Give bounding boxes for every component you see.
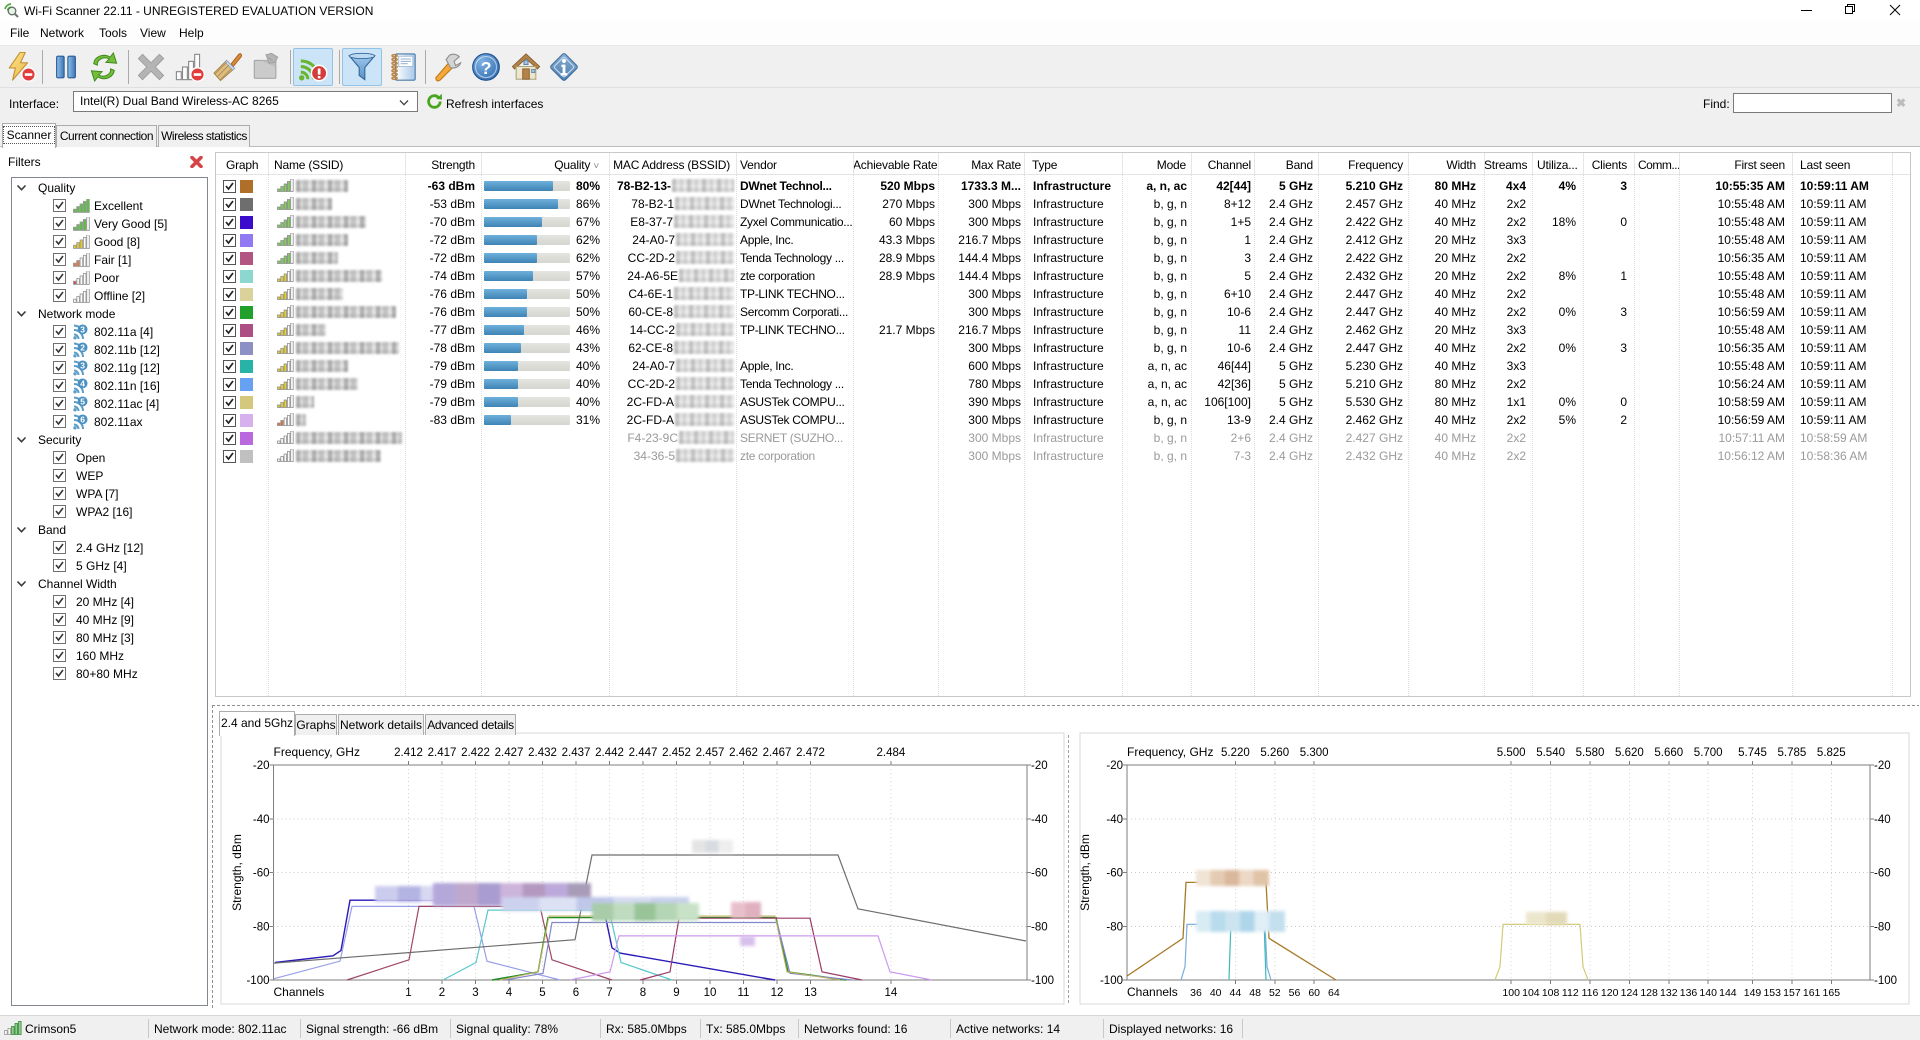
svg-text:2.484: 2.484 (877, 747, 906, 759)
svg-text:1: 1 (405, 987, 411, 999)
svg-text:Channels: Channels (274, 985, 325, 999)
svg-text:124: 124 (1621, 987, 1639, 999)
svg-text:3: 3 (80, 361, 85, 371)
svg-text:9: 9 (673, 987, 679, 999)
svg-text:-100: -100 (1874, 975, 1897, 987)
svg-text:44: 44 (1230, 987, 1242, 999)
svg-text:104: 104 (1522, 987, 1540, 999)
svg-text:11: 11 (738, 987, 750, 999)
svg-text:4: 4 (80, 379, 85, 389)
svg-text:2.452: 2.452 (662, 747, 691, 759)
svg-text:-20: -20 (1106, 760, 1123, 772)
svg-text:-20: -20 (1031, 760, 1048, 772)
svg-text:-40: -40 (1106, 814, 1123, 826)
svg-text:-80: -80 (1106, 921, 1123, 933)
svg-text:?: ? (481, 58, 492, 78)
svg-text:157: 157 (1783, 987, 1801, 999)
svg-text:2: 2 (80, 343, 85, 353)
svg-text:2.442: 2.442 (595, 747, 624, 759)
svg-text:6: 6 (573, 987, 579, 999)
svg-text:5.540: 5.540 (1536, 747, 1565, 759)
svg-text:52: 52 (1269, 987, 1281, 999)
svg-text:2.412: 2.412 (394, 747, 423, 759)
svg-text:116: 116 (1582, 987, 1599, 999)
svg-text:153: 153 (1763, 987, 1781, 999)
svg-text:3: 3 (80, 325, 85, 335)
svg-text:2.432: 2.432 (528, 747, 557, 759)
svg-text:64: 64 (1328, 987, 1340, 999)
svg-text:48: 48 (1249, 987, 1261, 999)
svg-text:-20: -20 (1874, 760, 1891, 772)
svg-text:144: 144 (1719, 987, 1737, 999)
svg-text:5.660: 5.660 (1654, 747, 1683, 759)
svg-text:2.427: 2.427 (495, 747, 524, 759)
svg-text:149: 149 (1744, 987, 1762, 999)
svg-text:5: 5 (80, 397, 85, 407)
svg-text:12: 12 (771, 987, 784, 999)
svg-text:4: 4 (506, 987, 513, 999)
svg-text:-100: -100 (1031, 975, 1054, 987)
svg-text:108: 108 (1542, 987, 1560, 999)
svg-text:-60: -60 (253, 868, 270, 880)
svg-text:2.467: 2.467 (763, 747, 792, 759)
svg-text:120: 120 (1601, 987, 1619, 999)
svg-text:2: 2 (439, 987, 445, 999)
svg-text:2.457: 2.457 (696, 747, 725, 759)
svg-text:112: 112 (1562, 987, 1579, 999)
svg-text:2.462: 2.462 (729, 747, 758, 759)
svg-text:-100: -100 (246, 975, 269, 987)
svg-text:5.700: 5.700 (1694, 747, 1723, 759)
svg-text:100: 100 (1502, 987, 1520, 999)
svg-text:5.220: 5.220 (1221, 747, 1250, 759)
svg-text:60: 60 (1308, 987, 1320, 999)
svg-text:13: 13 (804, 987, 817, 999)
svg-text:Frequency, GHz: Frequency, GHz (1127, 745, 1213, 759)
svg-text:-80: -80 (253, 921, 270, 933)
svg-text:-60: -60 (1031, 868, 1048, 880)
svg-text:136: 136 (1680, 987, 1698, 999)
svg-text:-100: -100 (1100, 975, 1123, 987)
svg-text:5.745: 5.745 (1738, 747, 1767, 759)
svg-text:5: 5 (539, 987, 545, 999)
svg-text:36: 36 (1190, 987, 1202, 999)
svg-text:5.500: 5.500 (1497, 747, 1526, 759)
svg-text:5.825: 5.825 (1817, 747, 1846, 759)
svg-text:161: 161 (1803, 987, 1821, 999)
svg-text:3: 3 (472, 987, 478, 999)
svg-text:Strength, dBm: Strength, dBm (230, 834, 244, 911)
svg-text:165: 165 (1823, 987, 1841, 999)
svg-text:-40: -40 (1031, 814, 1048, 826)
svg-text:-60: -60 (1874, 868, 1891, 880)
svg-text:5.580: 5.580 (1576, 747, 1605, 759)
svg-text:-40: -40 (1874, 814, 1891, 826)
svg-text:5.260: 5.260 (1260, 747, 1289, 759)
svg-text:132: 132 (1660, 987, 1678, 999)
svg-text:-80: -80 (1874, 921, 1891, 933)
svg-text:140: 140 (1699, 987, 1717, 999)
svg-text:7: 7 (606, 987, 612, 999)
svg-text:5.785: 5.785 (1778, 747, 1807, 759)
svg-text:10: 10 (704, 987, 717, 999)
svg-text:2.447: 2.447 (629, 747, 658, 759)
svg-text:Strength, dBm: Strength, dBm (1078, 834, 1092, 911)
svg-text:6: 6 (80, 415, 85, 425)
svg-text:2.472: 2.472 (796, 747, 825, 759)
svg-text:5.620: 5.620 (1615, 747, 1644, 759)
svg-text:-40: -40 (253, 814, 270, 826)
svg-text:-20: -20 (253, 760, 270, 772)
svg-text:128: 128 (1640, 987, 1658, 999)
svg-text:40: 40 (1210, 987, 1222, 999)
svg-text:-80: -80 (1031, 921, 1048, 933)
svg-text:2.437: 2.437 (562, 747, 591, 759)
svg-text:2.422: 2.422 (461, 747, 490, 759)
svg-text:Channels: Channels (1127, 985, 1178, 999)
svg-text:14: 14 (885, 987, 898, 999)
svg-text:-60: -60 (1106, 868, 1123, 880)
svg-text:2.417: 2.417 (428, 747, 457, 759)
svg-text:8: 8 (640, 987, 646, 999)
svg-text:Frequency, GHz: Frequency, GHz (274, 745, 360, 759)
svg-text:56: 56 (1289, 987, 1301, 999)
svg-text:5.300: 5.300 (1300, 747, 1329, 759)
